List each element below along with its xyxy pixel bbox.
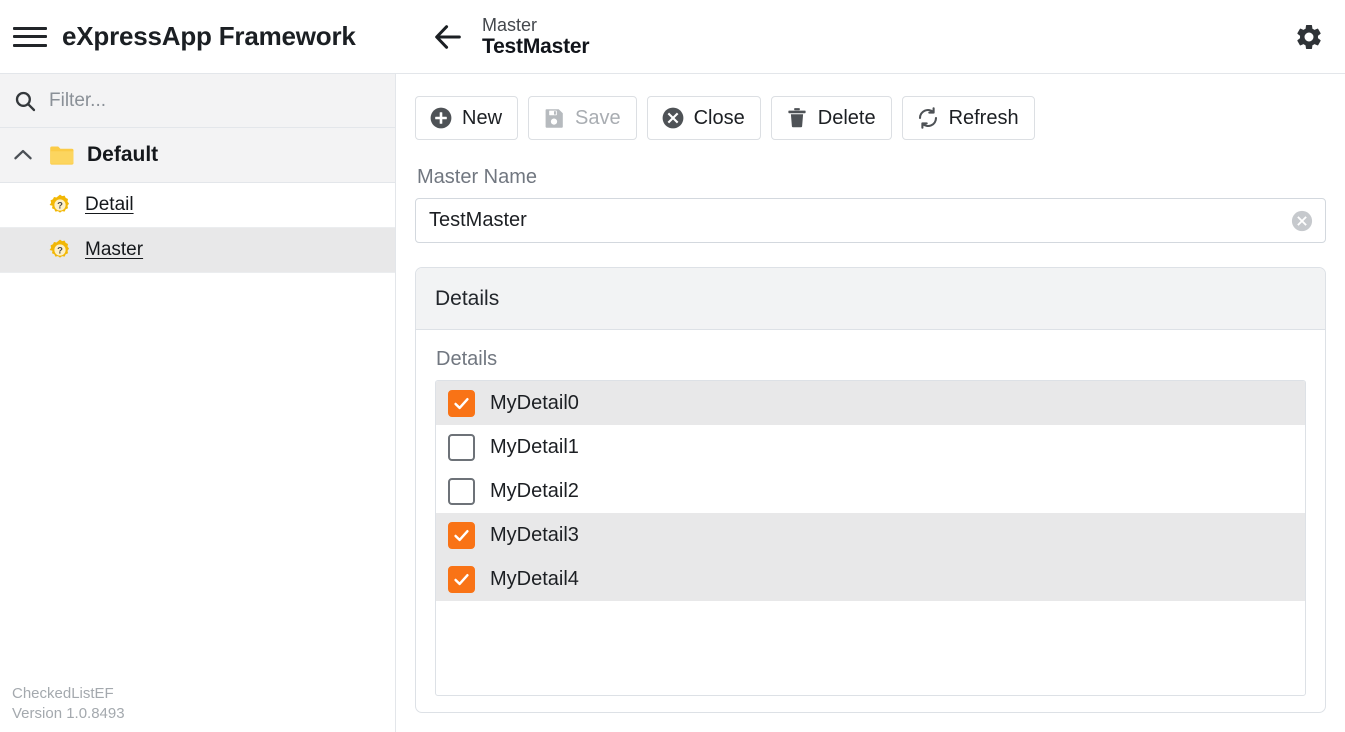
list-item-label: MyDetail0 (490, 391, 579, 414)
app-name-text: CheckedListEF (12, 684, 114, 702)
list-item[interactable]: MyDetail1 (436, 425, 1305, 469)
svg-text:?: ? (57, 246, 63, 257)
refresh-button[interactable]: Refresh (901, 96, 1035, 140)
refresh-icon (916, 106, 940, 130)
action-toolbar: New Save Close Delete Refresh (415, 96, 1326, 140)
sidebar: Default ? Detail ? (0, 74, 396, 732)
sidebar-empty-space (0, 273, 395, 732)
save-button-label: Save (575, 106, 621, 129)
sidebar-group-label: Default (87, 143, 159, 166)
checkbox[interactable] (448, 521, 475, 549)
list-item-label: MyDetail1 (490, 435, 579, 458)
gear-icon[interactable] (1289, 17, 1329, 57)
plus-circle-icon (429, 106, 453, 130)
main-content: New Save Close Delete Refresh Master Nam… (396, 74, 1345, 732)
sidebar-footer: CheckedListEF Version 1.0.8493 (12, 684, 125, 725)
folder-icon (49, 144, 75, 166)
hamburger-bar (13, 35, 47, 38)
svg-text:?: ? (57, 201, 63, 212)
list-item-label: MyDetail4 (490, 567, 579, 590)
details-panel-body: Details MyDetail0 MyDetail1 MyDetail2 My… (416, 330, 1325, 712)
app-brand-title: eXpressApp Framework (62, 21, 356, 51)
filter-input[interactable] (37, 89, 395, 112)
details-panel-title: Details (435, 286, 500, 310)
details-list-label: Details (436, 348, 498, 370)
list-item[interactable]: MyDetail2 (436, 469, 1305, 513)
sidebar-filter-row (0, 74, 395, 128)
checkbox[interactable] (448, 389, 475, 417)
list-item[interactable]: MyDetail4 (436, 557, 1305, 601)
gear-question-icon: ? (48, 193, 72, 217)
hamburger-bar (13, 43, 47, 47)
arrow-left-icon[interactable] (428, 17, 468, 57)
save-button[interactable]: Save (528, 96, 637, 140)
trash-icon (785, 106, 809, 130)
view-header: Master TestMaster (428, 0, 590, 74)
close-button-label: Close (693, 106, 745, 129)
clear-circle-icon[interactable] (1291, 210, 1313, 232)
header-subtitle: Master (482, 15, 538, 36)
hamburger-bar (13, 26, 47, 30)
hamburger-icon[interactable] (13, 24, 47, 50)
master-name-field-wrap (415, 198, 1326, 243)
sidebar-item-label: Master (85, 239, 144, 260)
x-circle-icon (661, 106, 685, 130)
new-button[interactable]: New (415, 96, 519, 140)
list-item-label: MyDetail2 (490, 479, 579, 502)
search-icon (13, 89, 37, 113)
gear-question-icon: ? (48, 238, 72, 262)
details-checklist: MyDetail0 MyDetail1 MyDetail2 MyDetail3 … (435, 380, 1306, 696)
delete-button[interactable]: Delete (770, 96, 892, 140)
list-item[interactable]: MyDetail0 (436, 381, 1305, 425)
list-item[interactable]: MyDetail3 (436, 513, 1305, 557)
refresh-button-label: Refresh (948, 106, 1019, 129)
master-name-label: Master Name (417, 166, 538, 188)
list-item-label: MyDetail3 (490, 523, 579, 546)
floppy-disk-icon (542, 106, 566, 130)
app-version-text: Version 1.0.8493 (12, 704, 125, 722)
new-button-label: New (462, 106, 503, 129)
checkbox[interactable] (448, 565, 475, 593)
sidebar-item-label: Detail (85, 194, 134, 215)
page-title: TestMaster (482, 35, 590, 59)
top-bar: eXpressApp Framework Master TestMaster (0, 0, 1345, 74)
body-region: Default ? Detail ? (0, 74, 1345, 732)
close-button[interactable]: Close (646, 96, 761, 140)
delete-button-label: Delete (817, 106, 876, 129)
checkbox[interactable] (448, 433, 475, 461)
checkbox[interactable] (448, 477, 475, 505)
app-root: eXpressApp Framework Master TestMaster F… (0, 0, 1345, 732)
chevron-up-icon[interactable] (10, 142, 36, 168)
sidebar-item-detail[interactable]: ? Detail (0, 183, 395, 228)
sidebar-item-master[interactable]: ? Master (0, 228, 395, 273)
master-name-input[interactable] (415, 198, 1326, 243)
details-panel-header: Details (416, 268, 1325, 330)
details-panel: Details Details MyDetail0 MyDetail1 MyDe… (415, 267, 1326, 713)
header-titles: Master TestMaster (482, 15, 590, 59)
sidebar-group-default[interactable]: Default (0, 128, 395, 183)
